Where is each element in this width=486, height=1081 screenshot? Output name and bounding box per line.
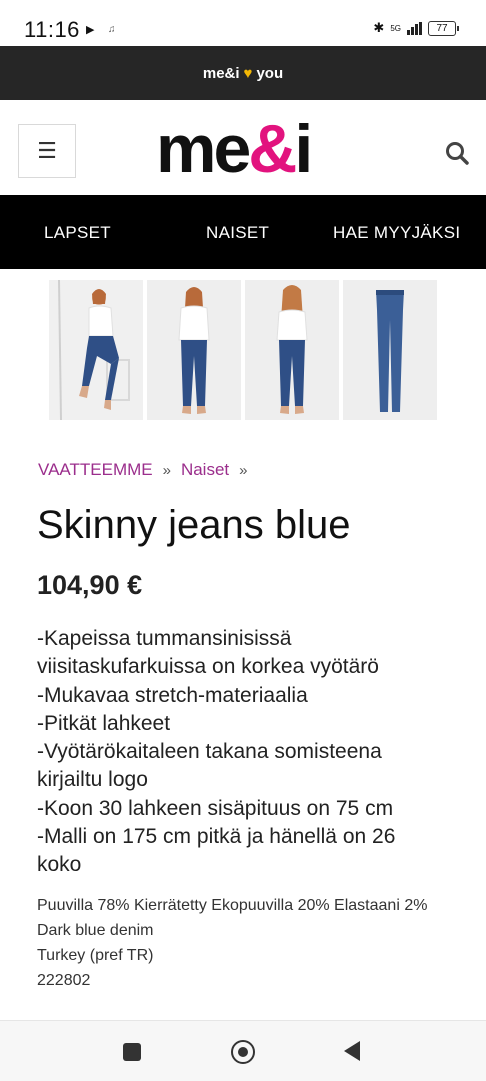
nav-item-lapset[interactable]: LAPSET bbox=[44, 223, 111, 243]
logo-text-me: me bbox=[156, 111, 251, 187]
network-label: 5G bbox=[390, 23, 401, 33]
description-line: -Pitkät lahkeet bbox=[37, 711, 171, 735]
signal-icon bbox=[407, 21, 422, 35]
hamburger-icon: ☰ bbox=[37, 138, 57, 163]
battery-icon: 77 bbox=[428, 20, 459, 36]
status-icons: ✱ 5G 77 bbox=[373, 20, 459, 36]
product-thumbnails bbox=[49, 280, 437, 420]
site-header: ☰ me&i bbox=[0, 100, 486, 195]
clock: 11:16 bbox=[24, 17, 80, 42]
product-thumbnail-back[interactable] bbox=[245, 280, 339, 420]
status-bar: 11:16 ▶ ♫ ✱ 5G 77 bbox=[0, 0, 486, 46]
play-icon: ▶ bbox=[86, 24, 95, 36]
breadcrumb-link-naiset[interactable]: Naiset bbox=[181, 460, 229, 480]
product-code: 222802 bbox=[37, 972, 91, 989]
description-line: -Mukavaa stretch-materiaalia bbox=[37, 683, 308, 707]
music-icon: ♫ bbox=[108, 24, 116, 35]
product-description: -Kapeissa tummansinisissä viisitaskufark… bbox=[37, 625, 477, 880]
description-line: -Malli on 175 cm pitkä ja hänellä on 26 bbox=[37, 825, 396, 849]
nav-item-naiset[interactable]: NAISET bbox=[206, 223, 269, 243]
product-thumbnail-sitting[interactable] bbox=[49, 280, 143, 420]
product-details: Puuvilla 78% Kierrätetty Ekopuuvilla 20%… bbox=[37, 896, 457, 996]
product-material: Puuvilla 78% Kierrätetty Ekopuuvilla 20%… bbox=[37, 897, 428, 914]
product-thumbnail-front[interactable] bbox=[147, 280, 241, 420]
description-line: -Koon 30 lahkeen sisäpituus on 75 cm bbox=[37, 796, 394, 820]
promo-text-left: me&i bbox=[202, 64, 240, 82]
description-line: -Vyötärökaitaleen takana somisteena bbox=[37, 740, 382, 764]
description-line: koko bbox=[37, 853, 82, 877]
heart-icon: ♥ bbox=[243, 64, 253, 82]
search-icon[interactable] bbox=[444, 140, 470, 166]
product-price: 104,90 € bbox=[37, 570, 143, 600]
description-line: viisitaskufarkuissa on korkea vyötärö bbox=[37, 655, 379, 679]
site-logo[interactable]: me&i bbox=[156, 114, 332, 184]
product-thumbnail-jeans[interactable] bbox=[343, 280, 437, 420]
description-line: -Kapeissa tummansinisissä bbox=[37, 627, 292, 650]
back-icon[interactable] bbox=[344, 1041, 360, 1061]
main-navigation: LAPSET NAISET HAE MYYJÄKSI bbox=[0, 195, 486, 269]
breadcrumb: VAATTEEMME » Naiset » bbox=[38, 460, 247, 480]
promo-banner[interactable]: me&i ♥ you bbox=[0, 46, 486, 100]
hamburger-menu-button[interactable]: ☰ bbox=[18, 124, 76, 178]
bluetooth-icon: ✱ bbox=[373, 20, 385, 35]
logo-ampersand: & bbox=[248, 111, 297, 187]
description-line: kirjailtu logo bbox=[37, 768, 148, 792]
system-navigation-bar bbox=[0, 1020, 486, 1081]
product-color: Dark blue denim bbox=[37, 922, 154, 939]
product-title: Skinny jeans blue bbox=[37, 503, 351, 547]
nav-item-hae-myyjaksi[interactable]: HAE MYYJÄKSI bbox=[333, 223, 460, 243]
logo-text-i: i bbox=[294, 111, 313, 187]
breadcrumb-link-vaatteemme[interactable]: VAATTEEMME bbox=[38, 460, 153, 480]
promo-text-right: you bbox=[256, 64, 284, 82]
home-icon[interactable] bbox=[231, 1040, 255, 1064]
battery-level: 77 bbox=[436, 22, 448, 34]
recent-apps-icon[interactable] bbox=[123, 1043, 141, 1061]
breadcrumb-separator: » bbox=[162, 461, 171, 479]
breadcrumb-separator: » bbox=[239, 461, 248, 479]
product-origin: Turkey (pref TR) bbox=[37, 947, 154, 964]
